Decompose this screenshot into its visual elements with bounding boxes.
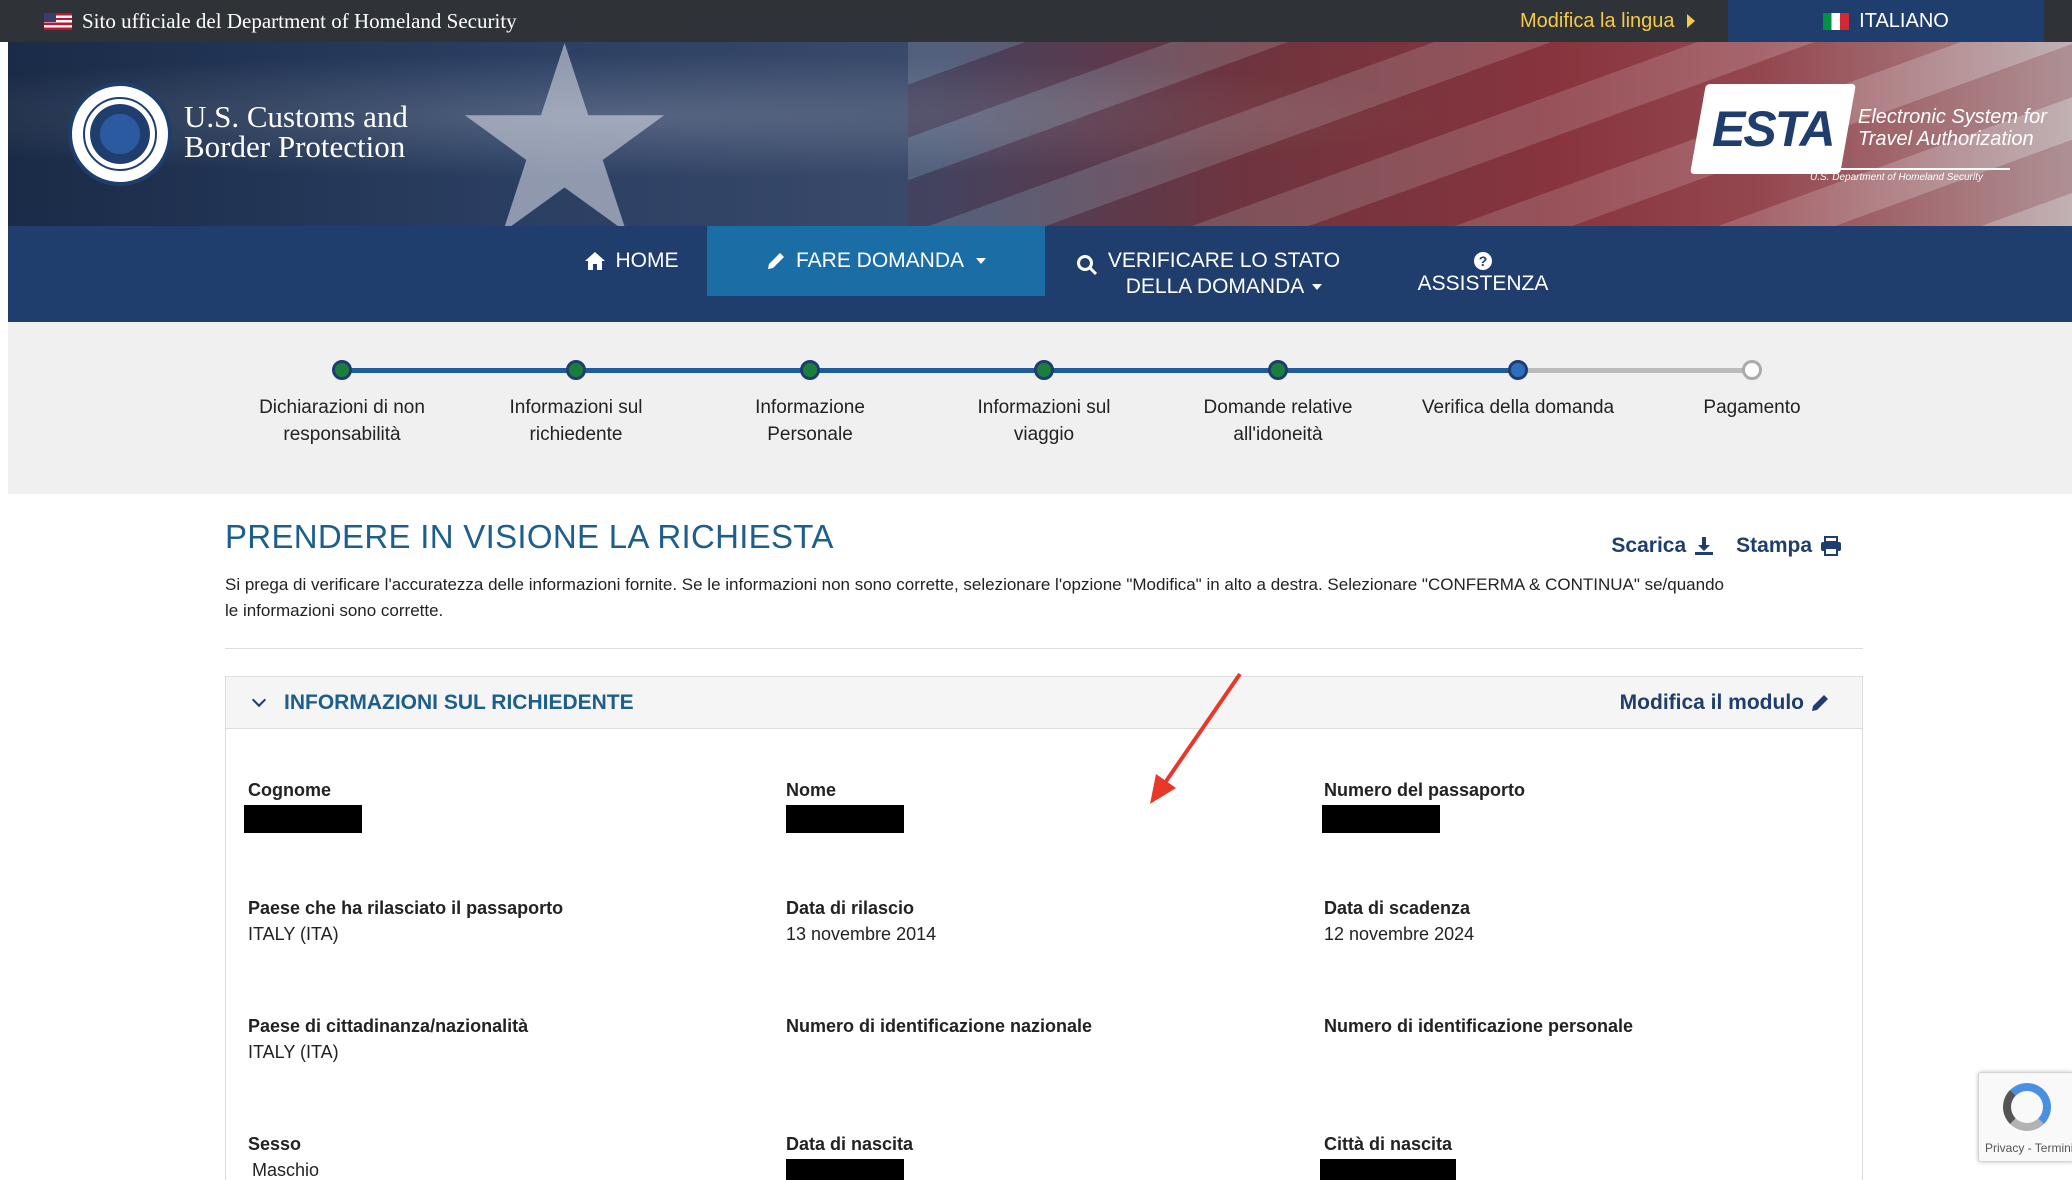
home-icon bbox=[584, 252, 605, 270]
star-decoration: ★ bbox=[448, 42, 682, 226]
print-icon bbox=[1821, 536, 1841, 556]
redacted-value bbox=[1322, 805, 1440, 833]
pencil-icon bbox=[767, 253, 784, 269]
field-passport-number: Numero del passaporto bbox=[1322, 777, 1744, 833]
progress-track-completed bbox=[342, 368, 1518, 373]
progress-step-dot bbox=[1742, 360, 1762, 380]
pencil-icon bbox=[1812, 695, 1828, 711]
nav-apply[interactable]: FARE DOMANDA bbox=[707, 226, 1045, 296]
redacted-value bbox=[786, 805, 904, 833]
divider bbox=[225, 648, 1863, 649]
recaptcha-icon bbox=[2003, 1083, 2051, 1131]
progress-track-remaining bbox=[1518, 368, 1752, 373]
page-actions: Scarica Stampa bbox=[1611, 534, 1842, 558]
field-sex: Sesso Maschio bbox=[248, 1134, 320, 1180]
caret-down-icon bbox=[976, 258, 987, 264]
progress-step-dot bbox=[1034, 360, 1054, 380]
progress-step-label: Informazione Personale bbox=[755, 397, 865, 445]
page-title: PRENDERE IN VISIONE LA RICHIESTA bbox=[225, 518, 834, 555]
progress-step-dot bbox=[566, 360, 586, 380]
official-site-notice: Sito ufficiale del Department of Homelan… bbox=[44, 0, 517, 42]
panel-title: INFORMAZIONI SUL RICHIEDENTE bbox=[284, 691, 634, 714]
change-language-link[interactable]: Modifica la lingua bbox=[1520, 0, 1695, 42]
esta-logo[interactable]: ESTA Electronic System for Travel Author… bbox=[1690, 84, 2068, 194]
download-button[interactable]: Scarica bbox=[1611, 534, 1714, 558]
field-national-id: Numero di identificazione nazionale bbox=[786, 1016, 1093, 1036]
nav-check-status[interactable]: VERIFICARE LO STATO DELLA DOMANDA bbox=[1058, 226, 1358, 322]
caret-down-icon bbox=[1312, 284, 1323, 290]
official-site-bar: Sito ufficiale del Department of Homelan… bbox=[0, 0, 2072, 42]
italy-flag-icon bbox=[1823, 12, 1850, 30]
red-annotation-arrow-icon bbox=[1150, 672, 1242, 804]
recaptcha-badge[interactable]: Privacy - Termini bbox=[1978, 1072, 2072, 1162]
language-selector[interactable]: ITALIANO bbox=[1728, 0, 2044, 42]
print-button[interactable]: Stampa bbox=[1736, 534, 1842, 558]
nav-help[interactable]: ? ASSISTENZA bbox=[1398, 226, 1568, 322]
recaptcha-links[interactable]: Privacy - Termini bbox=[1985, 1141, 2072, 1155]
field-personal-id: Numero di identificazione personale bbox=[1324, 1016, 1634, 1036]
main-nav: HOME FARE DOMANDA VERIFICARE LO STATO DE… bbox=[8, 226, 2072, 322]
esta-dhs-subtitle: U.S. Department of Homeland Security bbox=[1810, 168, 2010, 183]
esta-wordmark: ESTA bbox=[1712, 101, 1834, 157]
search-icon bbox=[1076, 255, 1097, 276]
progress-step-label: Dichiarazioni di non responsabilità bbox=[259, 397, 425, 445]
download-icon bbox=[1695, 537, 1714, 555]
field-birth-city: Città di nascita bbox=[1320, 1131, 1744, 1180]
progress-step-dot bbox=[800, 360, 820, 380]
field-birth-date: Data di nascita bbox=[786, 1131, 1206, 1180]
us-flag-icon bbox=[44, 12, 72, 30]
redacted-value bbox=[1320, 1159, 1456, 1180]
redacted-value bbox=[786, 1159, 904, 1180]
progress-step-label: Informazioni sul richiedente bbox=[509, 397, 643, 445]
panel-header[interactable]: INFORMAZIONI SUL RICHIEDENTE Modifica il… bbox=[226, 677, 1862, 729]
progress-step-label: Pagamento bbox=[1703, 397, 1801, 418]
progress-step-label: Informazioni sul viaggio bbox=[977, 397, 1111, 445]
progress-step-dot bbox=[1268, 360, 1288, 380]
field-citizenship: Paese di cittadinanza/nazionalità ITALY … bbox=[248, 1016, 529, 1062]
change-language-label: Modifica la lingua bbox=[1520, 9, 1675, 32]
question-circle-icon: ? bbox=[1473, 252, 1492, 270]
progress-step-label: Domande relative all'idoneità bbox=[1203, 397, 1353, 445]
applicant-info-panel: INFORMAZIONI SUL RICHIEDENTE Modifica il… bbox=[225, 676, 1863, 1180]
field-expiry-date: Data di scadenza 12 novembre 2024 bbox=[1324, 898, 1475, 944]
header-banner: ★ U.S. Customs and Border Protection EST… bbox=[8, 42, 2072, 226]
redacted-value bbox=[244, 805, 362, 833]
application-progress: Dichiarazioni di non responsabilità Inform… bbox=[8, 322, 2072, 494]
nav-home[interactable]: HOME bbox=[556, 226, 706, 296]
edit-form-link[interactable]: Modifica il modulo bbox=[1620, 691, 1830, 715]
esta-tagline: Electronic System for Travel Authorizati… bbox=[1858, 106, 2047, 150]
field-issuing-country: Paese che ha rilasciato il passaporto IT… bbox=[248, 898, 564, 944]
caret-right-icon bbox=[1686, 14, 1695, 28]
field-issue-date: Data di rilascio 13 novembre 2014 bbox=[786, 898, 937, 944]
progress-step-dot bbox=[332, 360, 352, 380]
svg-text:?: ? bbox=[1479, 253, 1488, 269]
review-instructions: Si prega di verificare l'accuratezza del… bbox=[225, 575, 1725, 620]
agency-name[interactable]: U.S. Customs and Border Protection bbox=[184, 101, 408, 162]
chevron-down-icon[interactable] bbox=[251, 692, 267, 708]
progress-step-label: Verifica della domanda bbox=[1421, 397, 1615, 418]
dhs-seal-logo[interactable] bbox=[68, 82, 172, 186]
field-surname: Cognome bbox=[244, 777, 668, 833]
current-language-label: ITALIANO bbox=[1859, 9, 1949, 32]
official-site-text: Sito ufficiale del Department of Homelan… bbox=[82, 8, 517, 33]
progress-step-dot bbox=[1508, 360, 1528, 380]
